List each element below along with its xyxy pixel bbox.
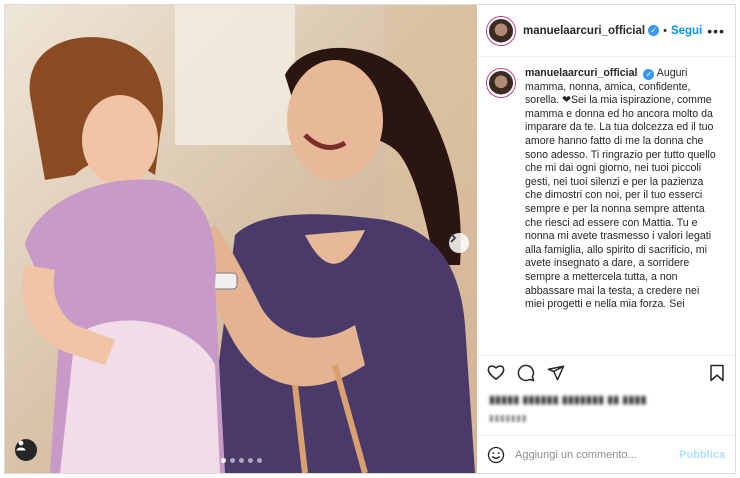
carousel-next-button[interactable]: [449, 233, 469, 253]
post-sidebar: manuelaarcuri_official ✓ • Segui ••• man…: [477, 5, 735, 473]
post-date: ▮▮▮▮▮▮▮: [489, 413, 528, 423]
share-icon[interactable]: [547, 364, 565, 382]
carousel-dot: [256, 458, 262, 463]
follow-button[interactable]: Segui: [671, 25, 702, 37]
bookmark-icon[interactable]: [709, 364, 725, 382]
photo-illustration: [5, 5, 477, 473]
verified-badge-icon: ✓: [648, 25, 660, 36]
caption: manuelaarcuri_official ✓ Auguri mamma, n…: [525, 67, 721, 355]
likes-count: ▮▮▮▮▮ ▮▮▮▮▮▮ ▮▮▮▮▮▮▮ ▮▮ ▮▮▮▮: [489, 394, 647, 406]
caption-username[interactable]: manuelaarcuri_official: [525, 67, 637, 79]
publish-button[interactable]: Pubblica: [679, 449, 725, 461]
caption-text: Auguri mamma, nonna, amica, confidente, …: [525, 67, 716, 311]
avatar[interactable]: [487, 69, 515, 97]
comment-input[interactable]: [515, 448, 680, 461]
carousel-dot: [229, 458, 235, 463]
comment-icon[interactable]: [517, 364, 535, 382]
post-photo[interactable]: [5, 5, 477, 473]
carousel-dot: [220, 458, 226, 463]
caption-area: manuelaarcuri_official ✓ Auguri mamma, n…: [477, 57, 735, 355]
heart-icon[interactable]: [487, 364, 505, 381]
separator: •: [663, 24, 667, 37]
emoji-icon[interactable]: [487, 446, 505, 464]
comment-bar: Pubblica: [477, 435, 735, 473]
verified-badge-icon: ✓: [643, 69, 655, 81]
action-bar: [477, 355, 735, 389]
post-container: manuelaarcuri_official ✓ • Segui ••• man…: [4, 4, 736, 474]
carousel-dot: [247, 458, 253, 463]
carousel-dot: [238, 458, 244, 463]
carousel-indicator: [5, 458, 477, 463]
post-header: manuelaarcuri_official ✓ • Segui •••: [477, 5, 735, 57]
chevron-right-icon: [450, 233, 457, 243]
more-icon[interactable]: •••: [707, 23, 725, 39]
avatar[interactable]: [487, 16, 515, 45]
username-link[interactable]: manuelaarcuri_official: [523, 25, 645, 37]
user-tag-icon: [16, 440, 26, 451]
